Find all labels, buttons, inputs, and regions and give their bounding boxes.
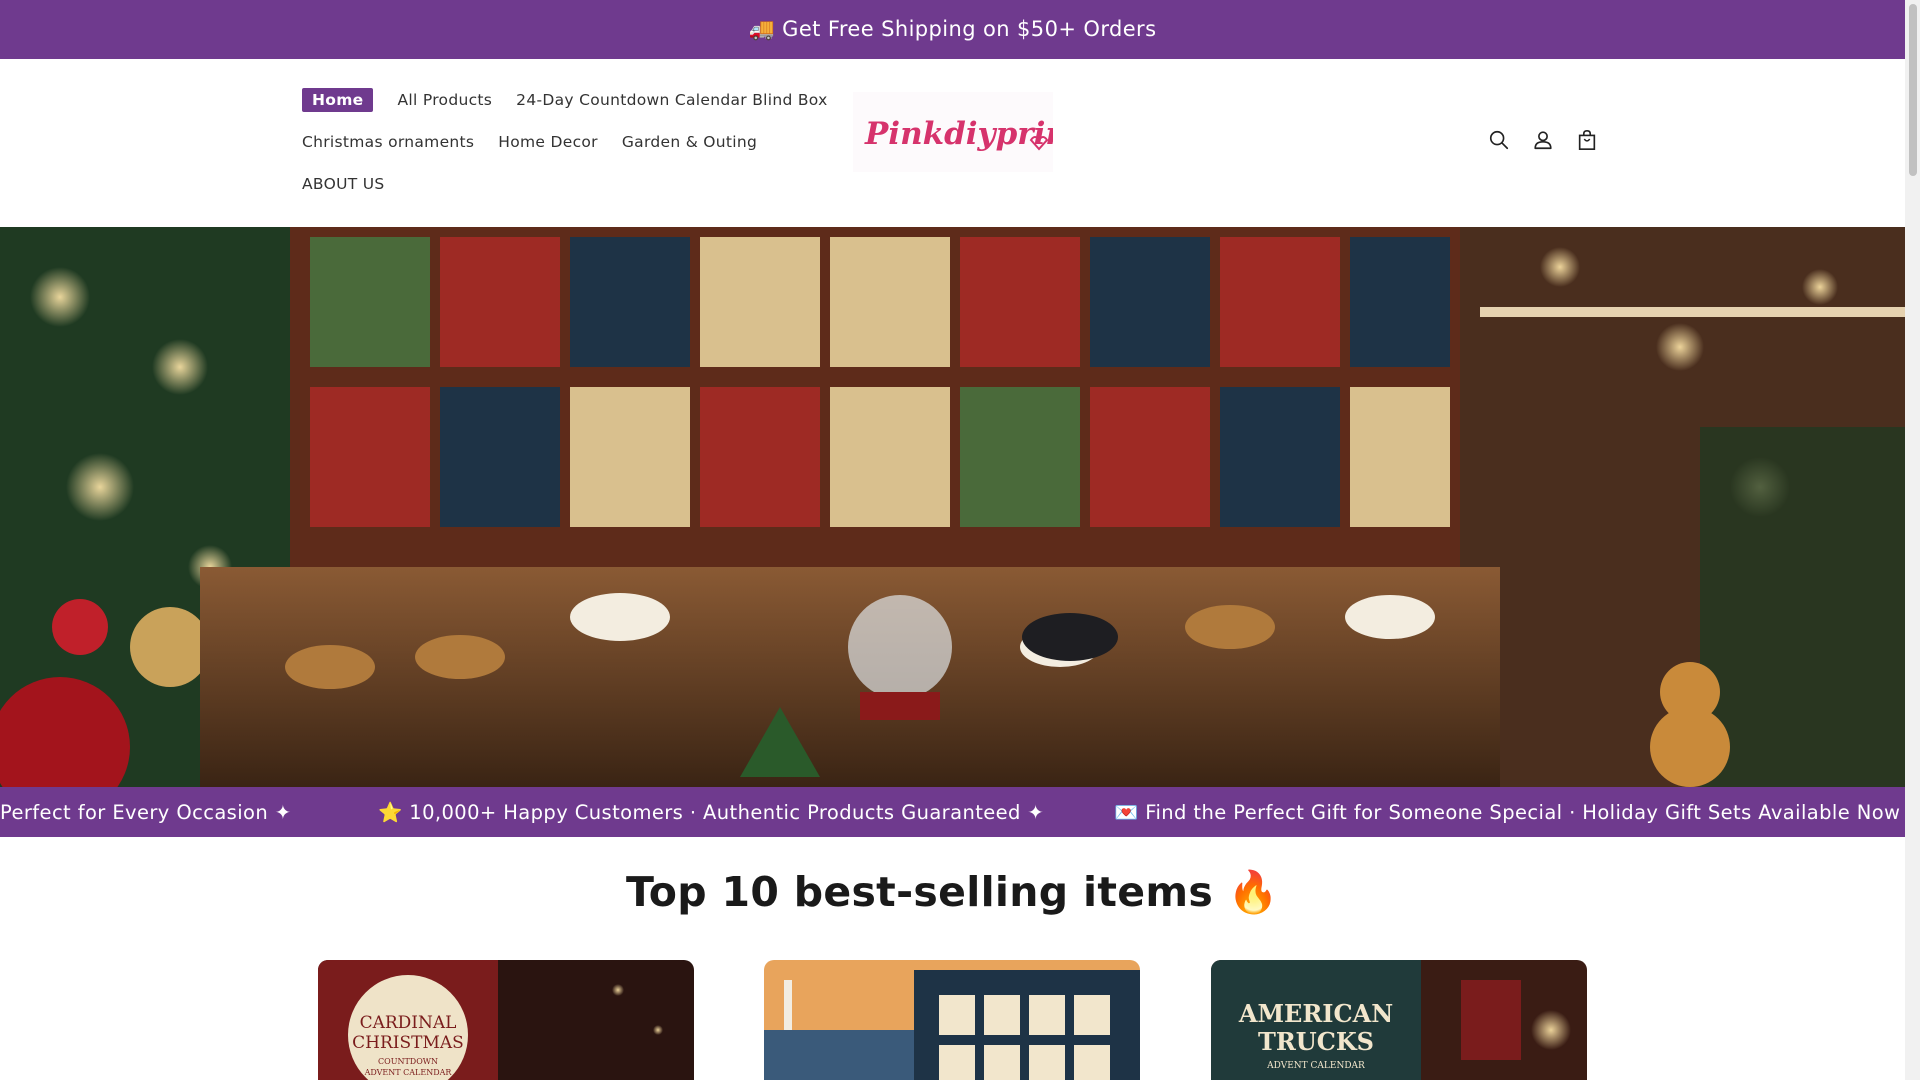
product-grid: CARDINAL CHRISTMAS COUNTDOWN ADVENT CALE… [318,960,1588,1080]
nav-item-home-decor[interactable]: Home Decor [498,133,598,151]
promo-marquee: Perfect for Every Occasion ✦ ⭐ 10,000+ H… [0,787,1905,837]
product-image: AMERICAN TRUCKS ADVENT CALENDAR [1211,960,1587,1080]
nav-item-christmas-ornaments[interactable]: Christmas ornaments [302,133,474,151]
search-icon[interactable] [1488,129,1510,151]
nav-item-about-us[interactable]: ABOUT US [302,175,385,193]
hero-image [0,227,1905,787]
nav-row: Christmas ornaments Home Decor Garden & … [302,129,862,155]
svg-text:CHRISTMAS: CHRISTMAS [352,1033,464,1053]
svg-text:TRUCKS: TRUCKS [1258,1027,1374,1056]
product-card[interactable] [764,960,1140,1080]
section-title: Top 10 best-selling items 🔥 [625,868,1279,916]
svg-text:COUNTDOWN: COUNTDOWN [378,1057,438,1066]
svg-text:AMERICAN: AMERICAN [1238,999,1393,1028]
header-icons [1488,129,1598,151]
page: 🚚 Get Free Shipping on $50+ Orders Home … [0,0,1905,1080]
marquee-item: ⭐ 10,000+ Happy Customers · Authentic Pr… [378,800,1045,824]
account-icon[interactable] [1532,129,1554,151]
scrollbar-thumb[interactable] [1909,4,1917,176]
product-image: CARDINAL CHRISTMAS COUNTDOWN ADVENT CALE… [318,960,694,1080]
site-header: Home All Products 24-Day Countdown Calen… [0,59,1905,227]
nav-item-all-products[interactable]: All Products [397,91,492,109]
hero-banner[interactable] [0,227,1905,787]
logo-wordmark: Pinkdiyprint [852,92,1053,172]
announcement-text: 🚚 Get Free Shipping on $50+ Orders [748,17,1157,41]
site-logo[interactable]: Pinkdiyprint [850,89,1055,175]
svg-text:ADVENT CALENDAR: ADVENT CALENDAR [1266,1061,1365,1071]
logo-text: Pinkdiyprint [864,116,1053,152]
product-card[interactable]: AMERICAN TRUCKS ADVENT CALENDAR [1211,960,1587,1080]
marquee-item: Perfect for Every Occasion ✦ [0,800,292,824]
product-image [764,960,1140,1080]
marquee-item: 💌 Find the Perfect Gift for Someone Spec… [1114,800,1905,824]
announcement-bar: 🚚 Get Free Shipping on $50+ Orders [0,0,1905,59]
nav-item-countdown-calendar[interactable]: 24-Day Countdown Calendar Blind Box [516,91,827,109]
nav-item-home[interactable]: Home [302,88,374,112]
product-card[interactable]: CARDINAL CHRISTMAS COUNTDOWN ADVENT CALE… [318,960,694,1080]
nav-row: ABOUT US [302,171,862,197]
nav-item-garden-outing[interactable]: Garden & Outing [622,133,757,151]
cart-icon[interactable] [1576,129,1598,151]
svg-text:ADVENT CALENDAR: ADVENT CALENDAR [364,1068,453,1077]
page-scrollbar[interactable] [1905,0,1920,1080]
nav-row: Home All Products 24-Day Countdown Calen… [302,87,862,113]
svg-text:CARDINAL: CARDINAL [360,1013,457,1033]
main-nav: Home All Products 24-Day Countdown Calen… [302,87,862,213]
